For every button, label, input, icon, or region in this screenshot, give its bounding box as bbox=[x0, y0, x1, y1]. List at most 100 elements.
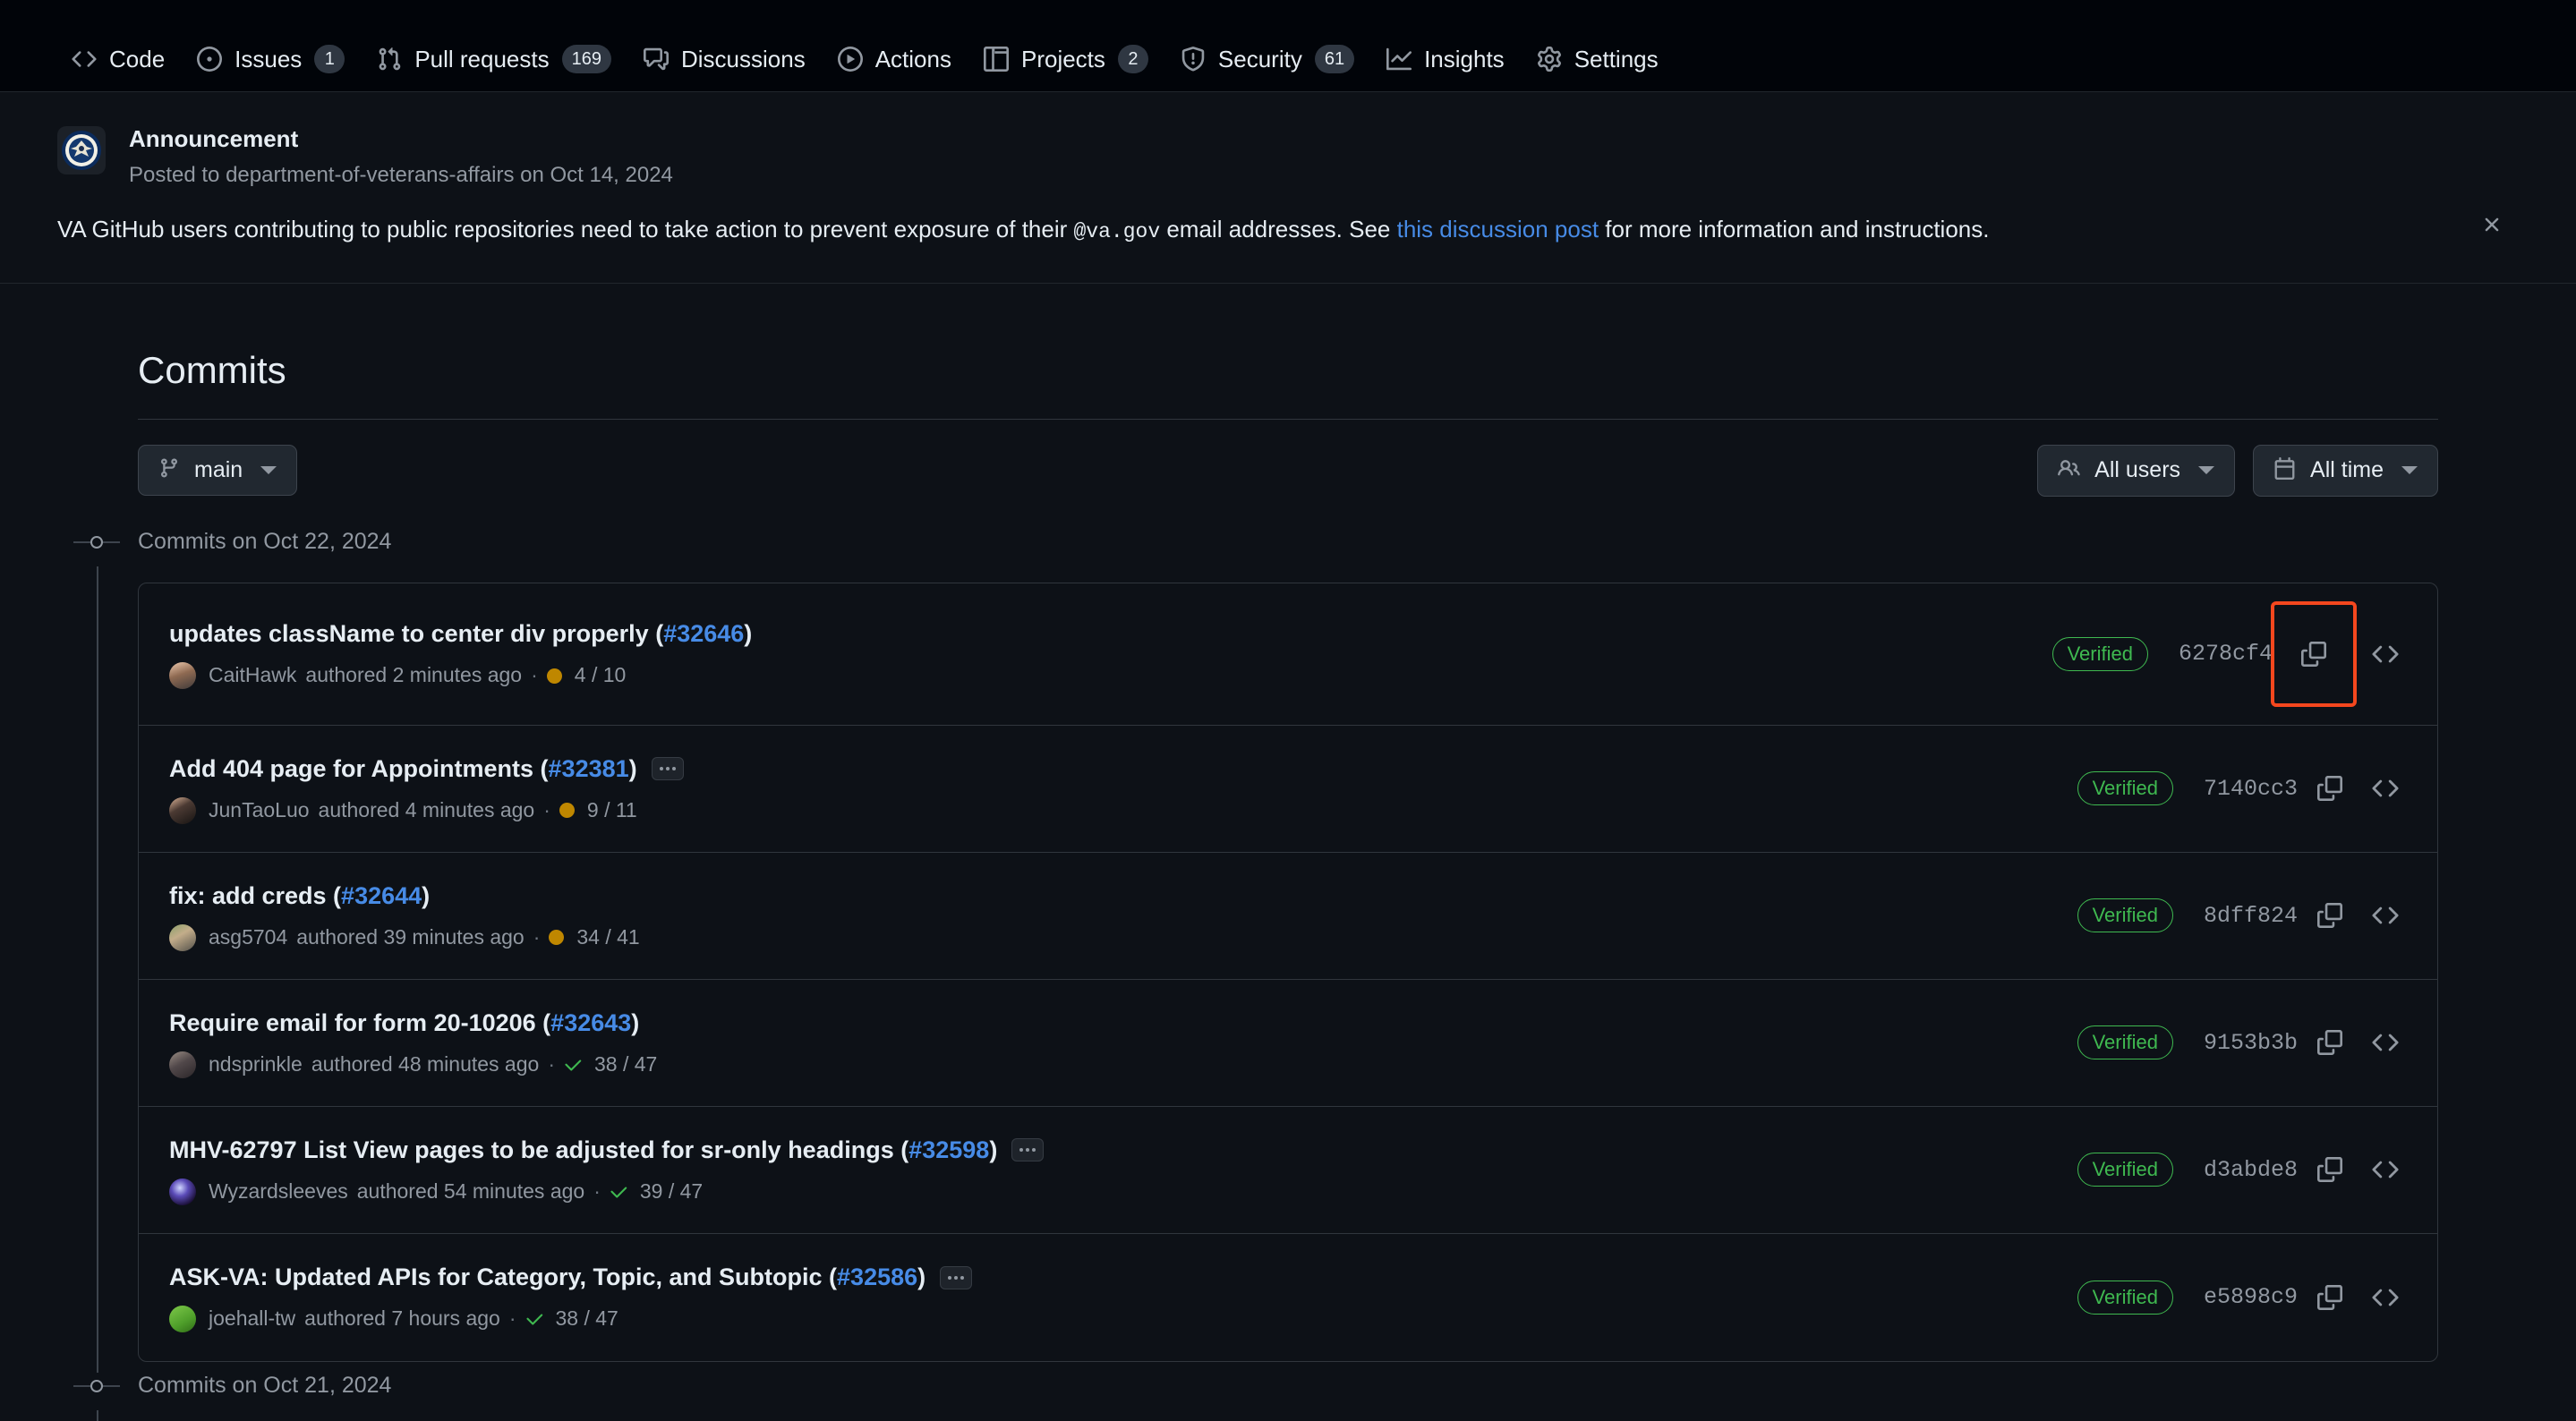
commit-checks-ratio[interactable]: 38 / 47 bbox=[556, 1306, 618, 1332]
nav-item-issues[interactable]: Issues1 bbox=[183, 36, 359, 82]
avatar[interactable] bbox=[169, 1306, 196, 1332]
commit-meta: asg5704authored 39 minutes ago·34 / 41 bbox=[169, 924, 2051, 951]
pull-request-reference[interactable]: #32586 bbox=[837, 1264, 917, 1290]
commit-title-link[interactable]: MHV-62797 List View pages to be adjusted… bbox=[169, 1135, 997, 1166]
browse-repository-code-icon[interactable] bbox=[2362, 892, 2409, 939]
status-pending-icon[interactable] bbox=[559, 803, 575, 818]
commit-right: Verified d3abde8 bbox=[2077, 1146, 2409, 1193]
verified-badge[interactable]: Verified bbox=[2077, 1025, 2173, 1059]
nav-item-actions[interactable]: Actions bbox=[823, 38, 966, 81]
time-filter-button[interactable]: All time bbox=[2253, 445, 2438, 497]
commit-title-link[interactable]: Add 404 page for Appointments (#32381) bbox=[169, 753, 637, 785]
pull-request-reference[interactable]: #32646 bbox=[663, 620, 744, 647]
pull-request-reference[interactable]: #32643 bbox=[550, 1009, 631, 1036]
pull-request-reference[interactable]: #32644 bbox=[341, 882, 422, 909]
commit-author[interactable]: JunTaoLuo bbox=[209, 797, 310, 824]
status-success-icon[interactable] bbox=[610, 1182, 629, 1202]
commit-title-link[interactable]: fix: add creds (#32644) bbox=[169, 881, 430, 912]
commit-sha[interactable]: d3abde8 bbox=[2204, 1157, 2298, 1183]
status-success-icon[interactable] bbox=[564, 1055, 584, 1075]
commit-title-link[interactable]: ASK-VA: Updated APIs for Category, Topic… bbox=[169, 1262, 925, 1293]
branch-selector-button[interactable]: main bbox=[138, 445, 297, 496]
nav-item-label: Settings bbox=[1574, 47, 1659, 71]
commit-title-link[interactable]: Require email for form 20-10206 (#32643) bbox=[169, 1008, 639, 1039]
nav-item-settings[interactable]: Settings bbox=[1523, 38, 1673, 81]
nav-item-label: Security bbox=[1218, 47, 1302, 71]
expand-commit-message-button[interactable] bbox=[1011, 1138, 1044, 1161]
commit-sha[interactable]: e5898c9 bbox=[2204, 1284, 2298, 1310]
avatar[interactable] bbox=[169, 1051, 196, 1078]
meta-separator: · bbox=[593, 1178, 601, 1205]
status-pending-icon[interactable] bbox=[549, 930, 564, 945]
commit-author[interactable]: CaitHawk bbox=[209, 662, 296, 689]
commit-checks-ratio[interactable]: 34 / 41 bbox=[576, 924, 639, 951]
copy-icon[interactable] bbox=[2274, 605, 2353, 703]
verified-badge[interactable]: Verified bbox=[2077, 1281, 2173, 1315]
user-filter-button[interactable]: All users bbox=[2037, 445, 2235, 497]
avatar[interactable] bbox=[169, 797, 196, 824]
commit-meta: ndsprinkleauthored 48 minutes ago·38 / 4… bbox=[169, 1051, 2051, 1078]
commit-checks-ratio[interactable]: 4 / 10 bbox=[575, 662, 627, 689]
commit-group-body: updates className to center div properly… bbox=[138, 566, 2438, 1362]
nav-item-insights[interactable]: Insights bbox=[1372, 38, 1519, 81]
avatar[interactable] bbox=[169, 924, 196, 951]
pull-request-reference[interactable]: #32381 bbox=[549, 755, 629, 782]
commit-checks-ratio[interactable]: 9 / 11 bbox=[587, 797, 637, 824]
commit-right: Verified 7140cc3 bbox=[2077, 765, 2409, 812]
commit-title-link[interactable]: updates className to center div properly… bbox=[169, 618, 752, 650]
expand-commit-message-button[interactable] bbox=[940, 1266, 972, 1289]
verified-badge[interactable]: Verified bbox=[2077, 771, 2173, 805]
commit-title-text-end: ) bbox=[917, 1264, 925, 1290]
close-icon[interactable] bbox=[2474, 207, 2510, 243]
copy-icon[interactable] bbox=[2307, 1146, 2353, 1193]
nav-item-projects[interactable]: Projects2 bbox=[969, 36, 1163, 82]
copy-icon[interactable] bbox=[2307, 765, 2353, 812]
avatar[interactable] bbox=[169, 662, 196, 689]
meta-separator: · bbox=[548, 1051, 555, 1078]
commit-title-line: fix: add creds (#32644) bbox=[169, 881, 2051, 912]
commit-right: Verified 8dff824 bbox=[2077, 892, 2409, 939]
commit-author[interactable]: joehall-tw bbox=[209, 1306, 295, 1332]
nav-item-security[interactable]: Security61 bbox=[1166, 36, 1369, 82]
commit-checks-ratio[interactable]: 38 / 47 bbox=[594, 1051, 657, 1078]
nav-item-counter: 1 bbox=[314, 45, 345, 73]
commit-author[interactable]: Wyzardsleeves bbox=[209, 1178, 348, 1205]
copy-icon[interactable] bbox=[2307, 1019, 2353, 1066]
people-icon bbox=[2058, 457, 2080, 484]
browse-repository-code-icon[interactable] bbox=[2362, 765, 2409, 812]
copy-icon[interactable] bbox=[2307, 892, 2353, 939]
commit-row: Add 404 page for Appointments (#32381) Ju… bbox=[139, 726, 2437, 853]
copy-icon[interactable] bbox=[2307, 1274, 2353, 1321]
verified-badge[interactable]: Verified bbox=[2077, 898, 2173, 932]
commit-checks-ratio[interactable]: 39 / 47 bbox=[640, 1178, 703, 1205]
pull-request-reference[interactable]: #32598 bbox=[908, 1136, 989, 1163]
discussion-post-link[interactable]: this discussion post bbox=[1397, 216, 1599, 243]
expand-commit-message-button[interactable] bbox=[652, 757, 684, 780]
commit-sha[interactable]: 6278cf4 bbox=[2179, 641, 2273, 667]
browse-repository-code-icon[interactable] bbox=[2362, 1274, 2409, 1321]
nav-item-label: Code bbox=[109, 47, 165, 71]
verified-badge[interactable]: Verified bbox=[2052, 637, 2148, 671]
verified-badge[interactable]: Verified bbox=[2077, 1153, 2173, 1187]
commit-sha[interactable]: 9153b3b bbox=[2204, 1030, 2298, 1056]
nav-item-discussions[interactable]: Discussions bbox=[629, 38, 820, 81]
status-pending-icon[interactable] bbox=[547, 668, 562, 684]
browse-repository-code-icon[interactable] bbox=[2362, 1146, 2409, 1193]
commit-author[interactable]: ndsprinkle bbox=[209, 1051, 303, 1078]
commits-container: Commits main All users bbox=[57, 284, 2519, 1421]
avatar[interactable] bbox=[169, 1178, 196, 1205]
graph-icon bbox=[1386, 47, 1412, 72]
repo-nav: Code Issues1Pull requests169DiscussionsAc… bbox=[0, 0, 2576, 92]
commit-sha[interactable]: 8dff824 bbox=[2204, 903, 2298, 929]
table-icon bbox=[984, 47, 1009, 72]
nav-item-code[interactable]: Code bbox=[57, 38, 179, 81]
commit-sha[interactable]: 7140cc3 bbox=[2204, 776, 2298, 802]
status-success-icon[interactable] bbox=[525, 1309, 545, 1329]
browse-repository-code-icon[interactable] bbox=[2362, 1019, 2409, 1066]
commit-left: fix: add creds (#32644) asg5704authored 3… bbox=[169, 881, 2051, 951]
nav-item-pull-requests[interactable]: Pull requests169 bbox=[363, 36, 626, 82]
commit-author[interactable]: asg5704 bbox=[209, 924, 287, 951]
commit-group-date: Commits on Oct 22, 2024 bbox=[138, 531, 391, 553]
browse-repository-code-icon[interactable] bbox=[2362, 631, 2409, 677]
meta-separator: · bbox=[509, 1306, 516, 1332]
